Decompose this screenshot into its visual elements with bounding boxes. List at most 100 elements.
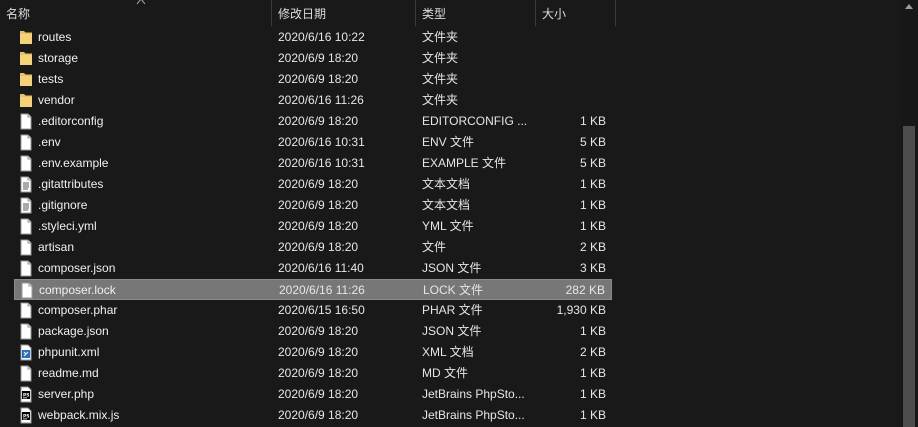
file-type: 文本文档 [422, 177, 471, 191]
file-size: 3 KB [579, 261, 606, 275]
list-item[interactable]: package.json 2020/6/9 18:20 JSON 文件 1 KB [14, 321, 612, 342]
file-name: composer.lock [39, 283, 116, 297]
file-modified-date: 2020/6/9 18:20 [278, 198, 359, 212]
file-name: readme.md [38, 366, 99, 380]
list-item[interactable]: artisan 2020/6/9 18:20 文件 2 KB [14, 237, 612, 258]
file-modified-date: 2020/6/15 16:50 [278, 303, 365, 317]
file-type: JetBrains PhpSto... [422, 387, 525, 401]
phpstorm-file-icon: PS [19, 407, 33, 424]
list-item[interactable]: .gitignore 2020/6/9 18:20 文本文档 1 KB [14, 195, 612, 216]
file-size: 1,930 KB [556, 303, 606, 317]
list-item[interactable]: composer.phar 2020/6/15 16:50 PHAR 文件 1,930… [14, 300, 612, 321]
file-type: 文本文档 [422, 198, 471, 212]
folder-icon [19, 71, 33, 88]
file-type: EDITORCONFIG ... [422, 114, 528, 128]
column-header-size-label: 大小 [542, 7, 567, 21]
file-size: 2 KB [579, 345, 606, 359]
scroll-up-arrow-icon[interactable] [905, 4, 913, 9]
list-item[interactable]: vendor 2020/6/16 11:26 文件夹 [14, 90, 612, 111]
list-item[interactable]: tests 2020/6/9 18:20 文件夹 [14, 69, 612, 90]
file-type: 文件夹 [422, 72, 459, 86]
list-item[interactable]: .gitattributes 2020/6/9 18:20 文本文档 1 KB [14, 174, 612, 195]
text-file-icon [19, 197, 33, 214]
file-modified-date: 2020/6/9 18:20 [278, 324, 359, 338]
list-item[interactable]: .env 2020/6/16 10:31 ENV 文件 5 KB [14, 132, 612, 153]
file-name: artisan [38, 240, 75, 254]
list-item[interactable]: PS webpack.mix.js 2020/6/9 18:20 JetBrains … [14, 405, 612, 426]
file-modified-date: 2020/6/16 11:40 [278, 261, 364, 275]
file-type: JSON 文件 [422, 261, 482, 275]
column-header-type-label: 类型 [422, 7, 447, 21]
file-modified-date: 2020/6/9 18:20 [278, 219, 359, 233]
file-size: 1 KB [579, 177, 606, 191]
file-modified-date: 2020/6/9 18:20 [278, 240, 359, 254]
list-item[interactable]: .env.example 2020/6/16 10:31 EXAMPLE 文件 5 K… [14, 153, 612, 174]
file-name: .env.example [38, 156, 109, 170]
column-header-name-label: 名称 [6, 7, 31, 21]
file-name: routes [38, 30, 72, 44]
file-name: tests [38, 72, 64, 86]
file-modified-date: 2020/6/9 18:20 [278, 408, 359, 422]
file-type: 文件夹 [422, 30, 459, 44]
list-item[interactable]: routes 2020/6/16 10:22 文件夹 [14, 27, 612, 48]
file-name: package.json [38, 324, 109, 338]
list-item[interactable]: phpunit.xml 2020/6/9 18:20 XML 文档 2 KB [14, 342, 612, 363]
file-size: 1 KB [579, 387, 606, 401]
list-item[interactable]: readme.md 2020/6/9 18:20 MD 文件 1 KB [14, 363, 612, 384]
xml-file-icon [19, 344, 33, 361]
file-name: phpunit.xml [38, 345, 100, 359]
file-size: 2 KB [579, 240, 606, 254]
file-name: .gitattributes [38, 177, 104, 191]
file-modified-date: 2020/6/16 11:26 [279, 283, 365, 297]
file-modified-date: 2020/6/9 18:20 [278, 72, 359, 86]
file-modified-date: 2020/6/16 11:26 [278, 93, 364, 107]
file-modified-date: 2020/6/9 18:20 [278, 345, 359, 359]
file-icon [19, 113, 33, 130]
vertical-scrollbar[interactable] [901, 0, 918, 427]
file-name: webpack.mix.js [38, 408, 120, 422]
file-size: 5 KB [579, 135, 606, 149]
list-item[interactable]: .styleci.yml 2020/6/9 18:20 YML 文件 1 KB [14, 216, 612, 237]
text-file-icon [19, 176, 33, 193]
file-type: 文件夹 [422, 93, 459, 107]
list-item[interactable]: storage 2020/6/9 18:20 文件夹 [14, 48, 612, 69]
file-modified-date: 2020/6/9 18:20 [278, 387, 359, 401]
file-size: 1 KB [579, 324, 606, 338]
file-icon [19, 302, 33, 319]
file-modified-date: 2020/6/16 10:22 [278, 30, 365, 44]
file-size: 1 KB [579, 114, 606, 128]
file-name: vendor [38, 93, 75, 107]
file-type: YML 文件 [422, 219, 474, 233]
file-type: LOCK 文件 [423, 283, 484, 297]
file-name: composer.phar [38, 303, 118, 317]
folder-icon [19, 92, 33, 109]
file-icon [19, 365, 33, 382]
file-name: composer.json [38, 261, 116, 275]
file-icon [19, 260, 33, 277]
file-type: MD 文件 [422, 366, 468, 380]
file-type: PHAR 文件 [422, 303, 483, 317]
file-size: 1 KB [579, 198, 606, 212]
phpstorm-file-icon: PS [19, 386, 33, 403]
list-item[interactable]: composer.json 2020/6/16 11:40 JSON 文件 3 KB [14, 258, 612, 279]
list-item[interactable]: PS server.php 2020/6/9 18:20 JetBrains PhpS… [14, 384, 612, 405]
list-item-selected[interactable]: composer.lock 2020/6/16 11:26 LOCK 文件 282 K… [14, 279, 612, 300]
column-header-date[interactable]: 修改日期 [272, 0, 416, 26]
file-icon [19, 155, 33, 172]
column-header-date-label: 修改日期 [278, 7, 327, 21]
file-name: .styleci.yml [38, 219, 97, 233]
file-icon [19, 134, 33, 151]
file-icon [19, 323, 33, 340]
file-type: JetBrains PhpSto... [422, 408, 525, 422]
scrollbar-thumb[interactable] [903, 126, 915, 427]
list-item[interactable]: .editorconfig 2020/6/9 18:20 EDITORCONFIG … [14, 111, 612, 132]
column-header-type[interactable]: 类型 [416, 0, 536, 26]
file-size: 282 KB [565, 283, 605, 297]
file-size: 1 KB [579, 366, 606, 380]
file-modified-date: 2020/6/16 10:31 [278, 156, 365, 170]
column-header-size[interactable]: 大小 [536, 0, 616, 26]
file-size: 1 KB [579, 219, 606, 233]
column-header-name[interactable]: 名称 [0, 0, 272, 26]
file-name: .editorconfig [38, 114, 104, 128]
file-size: 1 KB [579, 408, 606, 422]
